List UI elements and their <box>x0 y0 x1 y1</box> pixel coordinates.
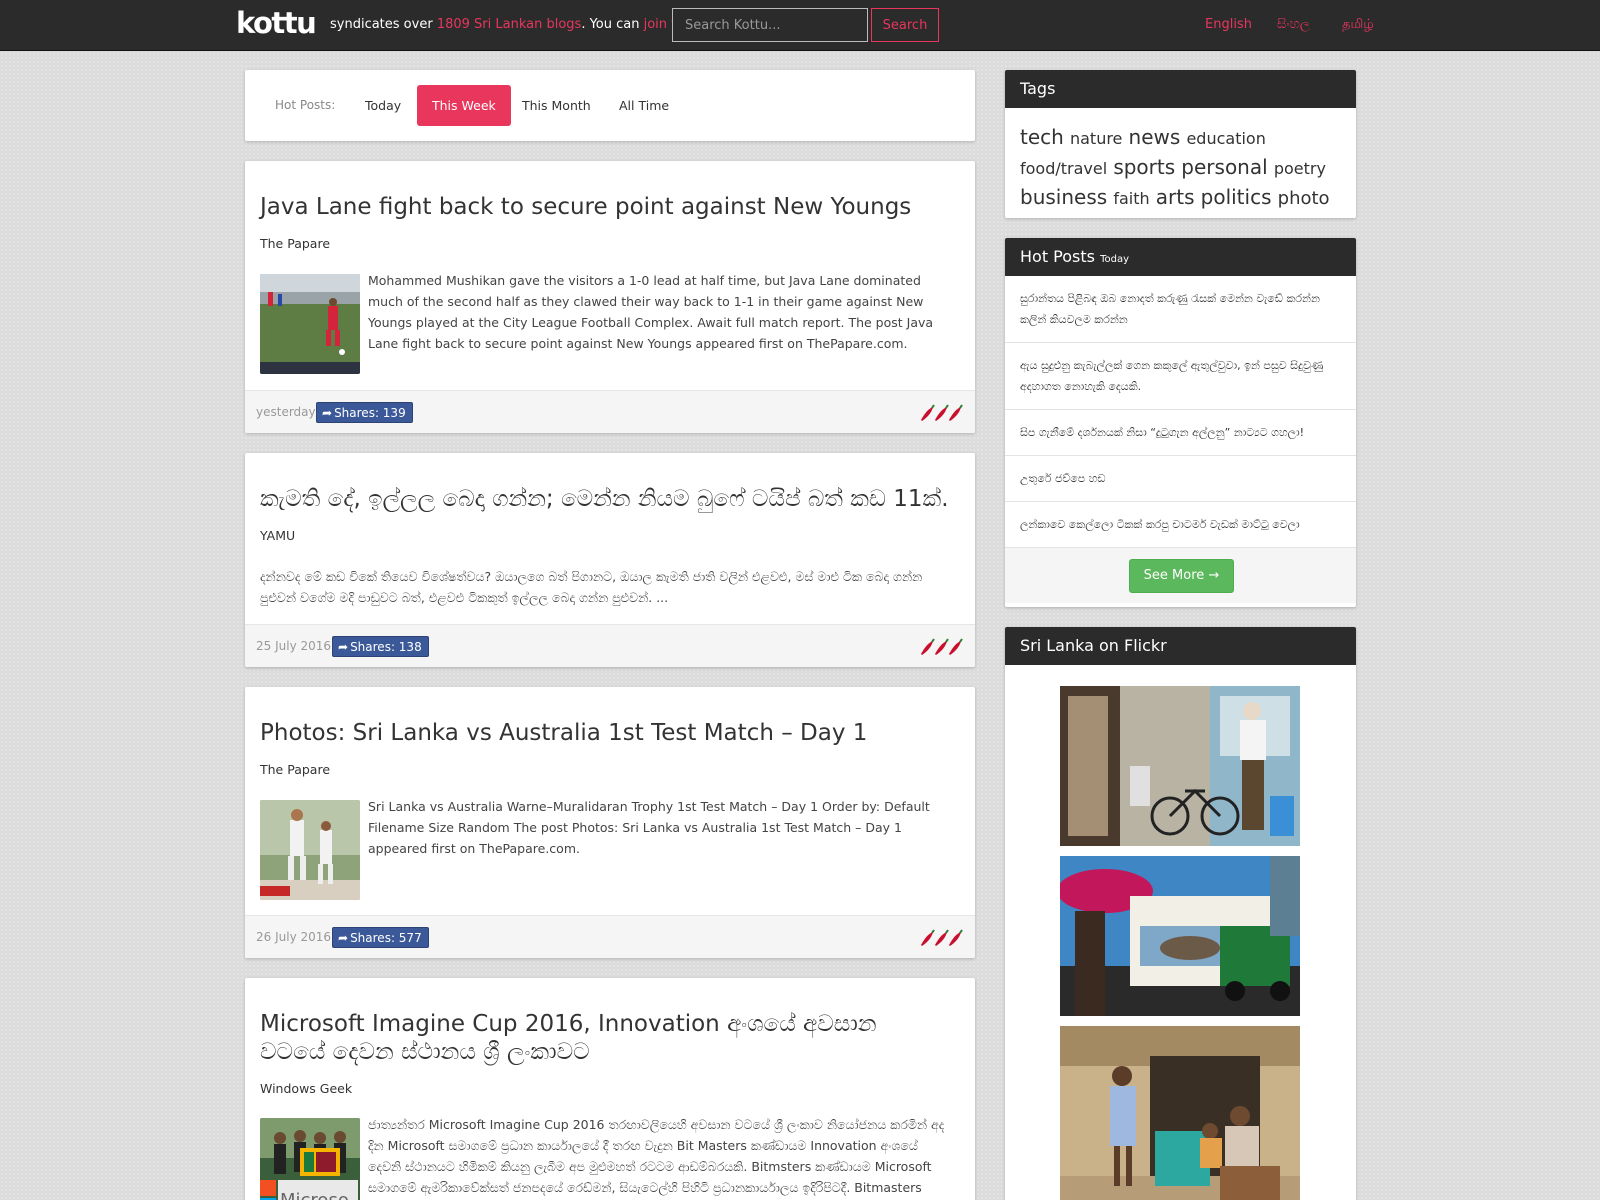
post-title[interactable]: Microsoft Imagine Cup 2016, Innovation අ… <box>260 1010 940 1066</box>
hot-post-item[interactable]: සිප ගැනීමේ දර්ශනයක් නිසා “දුටුගැන අල්ලනු… <box>1005 410 1356 456</box>
tag-link[interactable]: education <box>1186 129 1265 148</box>
post-footer: yesterday ➦ Shares: 139 <box>245 390 975 433</box>
tag-link[interactable]: photo <box>1278 188 1330 209</box>
hot-post-item[interactable]: සුරාන්තය පිළිබඳ ඔබ නොදත් කරුණු රැසක් මෙන… <box>1005 276 1356 343</box>
hot-posts-title: Hot Posts <box>1020 247 1095 266</box>
tagline-text: syndicates over <box>330 17 437 32</box>
post-footer: 26 July 2016 ➦ Shares: 577 <box>245 915 975 958</box>
share-icon: ➦ <box>338 931 349 945</box>
post-card: Photos: Sri Lanka vs Australia 1st Test … <box>245 687 975 958</box>
share-button[interactable]: ➦ Shares: 138 <box>332 636 429 657</box>
post-date: 25 July 2016 <box>256 639 332 653</box>
share-count: Shares: 138 <box>350 640 422 654</box>
see-more-button[interactable]: See More → <box>1129 559 1234 593</box>
post-card: Java Lane fight back to secure point aga… <box>245 161 975 433</box>
lang-tamil-link[interactable]: தமிழ் <box>1342 17 1374 33</box>
post-source[interactable]: The Papare <box>260 236 330 251</box>
hot-post-item[interactable]: උතුරේ ජව්පෙ හඩ <box>1005 456 1356 502</box>
hot-post-item[interactable]: ලන්කාවෙ කෙල්ලො ටිකක් කරපු චාටර්ම වැඩක් ම… <box>1005 502 1356 548</box>
tag-link[interactable]: personal <box>1181 155 1267 179</box>
tag-link[interactable]: arts <box>1156 185 1195 209</box>
post-title[interactable]: Photos: Sri Lanka vs Australia 1st Test … <box>260 719 960 747</box>
hot-posts-header: Hot Posts Today <box>1005 238 1356 276</box>
tags-title: Tags <box>1005 70 1356 108</box>
post-card: Microsoft Imagine Cup 2016, Innovation අ… <box>245 978 975 1200</box>
tag-link[interactable]: etc <box>1020 216 1048 218</box>
tagline: syndicates over 1809 Sri Lankan blogs. Y… <box>330 17 696 32</box>
post-date: yesterday <box>256 405 316 419</box>
post-card: කැමති දේ, ඉල්ලල බෙදා ගන්න; මෙන්න නියම බු… <box>245 453 975 667</box>
post-thumbnail[interactable] <box>260 274 360 374</box>
hot-posts-period: Today <box>1100 254 1130 265</box>
tag-link[interactable]: business <box>1020 185 1107 209</box>
post-thumbnail[interactable]: Microso <box>260 1118 360 1200</box>
flickr-photo[interactable] <box>1060 856 1300 1016</box>
tag-link[interactable]: tech <box>1020 125 1064 149</box>
chili-rating-icon <box>921 638 963 655</box>
share-button[interactable]: ➦ Shares: 577 <box>332 927 429 948</box>
lang-english-link[interactable]: English <box>1205 17 1252 32</box>
chili-rating-icon <box>921 929 963 946</box>
flickr-title: Sri Lanka on Flickr <box>1005 627 1356 665</box>
post-title[interactable]: කැමති දේ, ඉල්ලල බෙදා ගන්න; මෙන්න නියම බු… <box>260 485 960 513</box>
share-icon: ➦ <box>322 406 333 420</box>
tab-all-time[interactable]: All Time <box>604 85 684 126</box>
post-source[interactable]: The Papare <box>260 762 330 777</box>
tab-this-month[interactable]: This Month <box>507 85 606 126</box>
post-excerpt: ජාත්‍යන්තර Microsoft Imagine Cup 2016 තර… <box>368 1117 945 1195</box>
post-title[interactable]: Java Lane fight back to secure point aga… <box>260 193 960 221</box>
hot-posts-footer: See More → <box>1005 548 1356 603</box>
top-navbar: kottu syndicates over 1809 Sri Lankan bl… <box>0 0 1600 51</box>
blogs-count-link[interactable]: 1809 Sri Lankan blogs <box>437 17 582 32</box>
chili-rating-icon <box>921 404 963 421</box>
post-source[interactable]: Windows Geek <box>260 1081 352 1096</box>
post-thumbnail[interactable] <box>260 800 360 900</box>
hot-posts-filter: Hot Posts: Today This Week This Month Al… <box>245 70 975 141</box>
hot-posts-panel: Hot Posts Today සුරාන්තය පිළිබඳ ඔබ නොදත්… <box>1005 238 1356 607</box>
tag-link[interactable]: news <box>1129 125 1181 149</box>
search-input[interactable] <box>672 8 868 42</box>
tag-cloud: tech nature news education food/travel s… <box>1005 108 1356 218</box>
kottu-logo[interactable]: kottu <box>236 6 317 40</box>
post-excerpt: දන්නවද මේ කඩ විකේ තියෙව විශේෂත්වය? ඔයාලග… <box>260 569 923 605</box>
post-footer: 25 July 2016 ➦ Shares: 138 <box>245 624 975 667</box>
tag-link[interactable]: faith <box>1113 189 1149 208</box>
share-button[interactable]: ➦ Shares: 139 <box>316 402 413 423</box>
flickr-photo[interactable] <box>1060 686 1300 846</box>
tag-link[interactable]: poetry <box>1274 159 1326 178</box>
post-date: 26 July 2016 <box>256 930 332 944</box>
tag-link[interactable]: food/travel <box>1020 159 1107 178</box>
post-source[interactable]: YAMU <box>260 528 295 543</box>
tag-link[interactable]: politics <box>1201 185 1272 209</box>
post-excerpt: Sri Lanka vs Australia Warne–Muralidaran… <box>368 799 930 856</box>
search-button[interactable]: Search <box>871 8 939 42</box>
filter-label: Hot Posts: <box>275 98 336 112</box>
hot-post-item[interactable]: ඇය සුදුළුනු කැබැල්ලක් ගෙන කකුලේ ඇතුල්වුව… <box>1005 343 1356 410</box>
flickr-photo[interactable] <box>1060 1026 1300 1200</box>
svg-text:Microso: Microso <box>280 1190 349 1200</box>
post-excerpt: Mohammed Mushikan gave the visitors a 1-… <box>368 273 934 351</box>
tag-link[interactable]: sports <box>1113 155 1175 179</box>
share-icon: ➦ <box>338 640 349 654</box>
tags-panel: Tags tech nature news education food/tra… <box>1005 70 1356 218</box>
tab-this-week[interactable]: This Week <box>417 85 511 126</box>
share-count: Shares: 577 <box>350 931 422 945</box>
tab-today[interactable]: Today <box>350 85 416 126</box>
lang-sinhala-link[interactable]: සිංහල <box>1277 17 1310 32</box>
tagline-text-mid: . You can <box>581 17 644 32</box>
tag-link[interactable]: nature <box>1070 129 1122 148</box>
share-count: Shares: 139 <box>334 406 406 420</box>
flickr-panel: Sri Lanka on Flickr <box>1005 627 1356 1200</box>
